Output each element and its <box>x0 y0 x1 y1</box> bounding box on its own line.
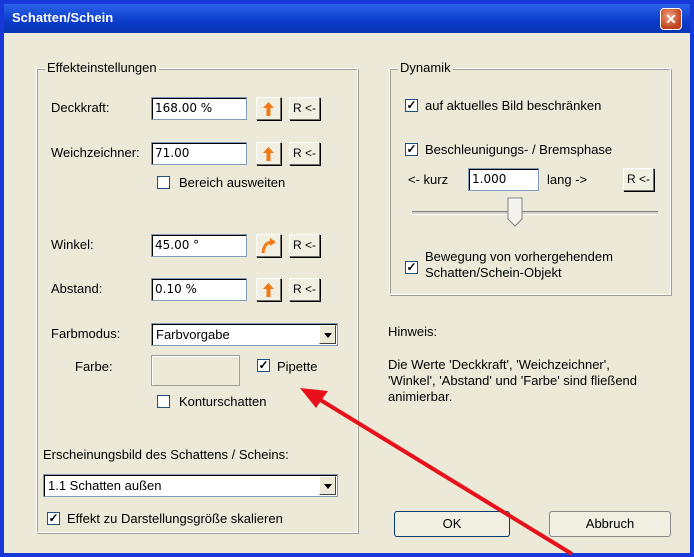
pipette-label: Pipette <box>277 359 318 374</box>
ok-button[interactable]: OK <box>394 511 510 537</box>
expand-area-checkbox[interactable] <box>157 176 170 189</box>
effect-settings-group: Effekteinstellungen Deckkraft: 168.00 % … <box>36 60 358 533</box>
contour-shadow-checkbox[interactable] <box>157 395 170 408</box>
hint-line-1: Die Werte 'Deckkraft', 'Weichzeichner', <box>388 357 610 372</box>
dialog-body: Effekteinstellungen Deckkraft: 168.00 % … <box>10 33 684 553</box>
distance-reset-button[interactable]: R <- <box>289 278 320 301</box>
scale-effect-label: Effekt zu Darstellungsgröße skalieren <box>67 511 283 526</box>
phase-slider[interactable] <box>412 211 658 215</box>
appearance-select[interactable]: 1.1 Schatten außen <box>43 474 338 497</box>
distance-label: Abstand: <box>51 281 103 296</box>
pipette-checkbox[interactable]: ✓ <box>257 359 270 372</box>
hint-title: Hinweis: <box>388 324 438 339</box>
cancel-button[interactable]: Abbruch <box>549 511 671 537</box>
chevron-down-icon[interactable] <box>319 325 336 344</box>
opacity-label: Deckkraft: <box>51 100 110 115</box>
long-label: lang -> <box>547 172 588 187</box>
distance-keyframe-button[interactable] <box>256 278 281 301</box>
chevron-down-icon[interactable] <box>319 476 336 495</box>
color-mode-label: Farbmodus: <box>51 326 121 341</box>
accel-phase-checkbox[interactable]: ✓ <box>405 143 418 156</box>
phase-reset-button[interactable]: R <- <box>623 168 654 191</box>
angle-keyframe-button[interactable] <box>256 234 281 257</box>
color-mode-value: Farbvorgabe <box>156 327 230 342</box>
blur-reset-button[interactable]: R <- <box>289 142 320 165</box>
appearance-value: 1.1 Schatten außen <box>48 478 162 493</box>
distance-input[interactable]: 0.10 % <box>151 278 247 301</box>
close-button[interactable]: ✕ <box>660 8 682 30</box>
angle-reset-button[interactable]: R <- <box>289 234 320 257</box>
opacity-keyframe-button[interactable] <box>256 97 281 120</box>
blur-label: Weichzeichner: <box>51 145 140 160</box>
hint-line-3: animierbar. <box>388 389 453 404</box>
angle-input[interactable]: 45.00 ° <box>151 234 247 257</box>
limit-current-checkbox[interactable]: ✓ <box>405 99 418 112</box>
limit-current-label: auf aktuelles Bild beschränken <box>425 98 602 113</box>
arrow-up-icon <box>263 147 274 161</box>
angle-label: Winkel: <box>51 237 94 252</box>
curved-arrow-icon <box>261 238 276 254</box>
motion-label-line1: Bewegung von vorhergehendem <box>425 249 613 264</box>
slider-thumb[interactable] <box>507 197 523 227</box>
opacity-input[interactable]: 168.00 % <box>151 97 247 120</box>
phase-input[interactable]: 1.000 <box>468 168 539 191</box>
arrow-up-icon <box>263 102 274 116</box>
accel-phase-label: Beschleunigungs- / Bremsphase <box>425 142 613 157</box>
window-title: Schatten/Schein <box>12 10 114 25</box>
dynamics-label: Dynamik <box>398 60 453 75</box>
title-bar[interactable]: Schatten/Schein ✕ <box>4 4 690 33</box>
motion-label-line2: Schatten/Schein-Objekt <box>425 265 562 280</box>
motion-checkbox[interactable]: ✓ <box>405 261 418 274</box>
contour-shadow-label: Konturschatten <box>179 394 267 409</box>
color-swatch[interactable] <box>151 355 240 386</box>
opacity-reset-button[interactable]: R <- <box>289 97 320 120</box>
scale-effect-checkbox[interactable]: ✓ <box>47 512 60 525</box>
effect-settings-label: Effekteinstellungen <box>45 60 159 75</box>
blur-input[interactable]: 71.00 <box>151 142 247 165</box>
appearance-label: Erscheinungsbild des Schattens / Scheins… <box>43 447 289 462</box>
dynamics-group: Dynamik ✓ auf aktuelles Bild beschränken… <box>389 60 671 295</box>
expand-area-label: Bereich ausweiten <box>179 175 286 190</box>
short-label: <- kurz <box>408 172 449 187</box>
arrow-up-icon <box>263 283 274 297</box>
color-label: Farbe: <box>75 359 113 374</box>
blur-keyframe-button[interactable] <box>256 142 281 165</box>
shadow-glow-dialog: Schatten/Schein ✕ Effekteinstellungen De… <box>4 4 690 553</box>
color-mode-select[interactable]: Farbvorgabe <box>151 323 338 346</box>
hint-line-2: 'Winkel', 'Abstand' und 'Farbe' sind fli… <box>388 373 638 388</box>
